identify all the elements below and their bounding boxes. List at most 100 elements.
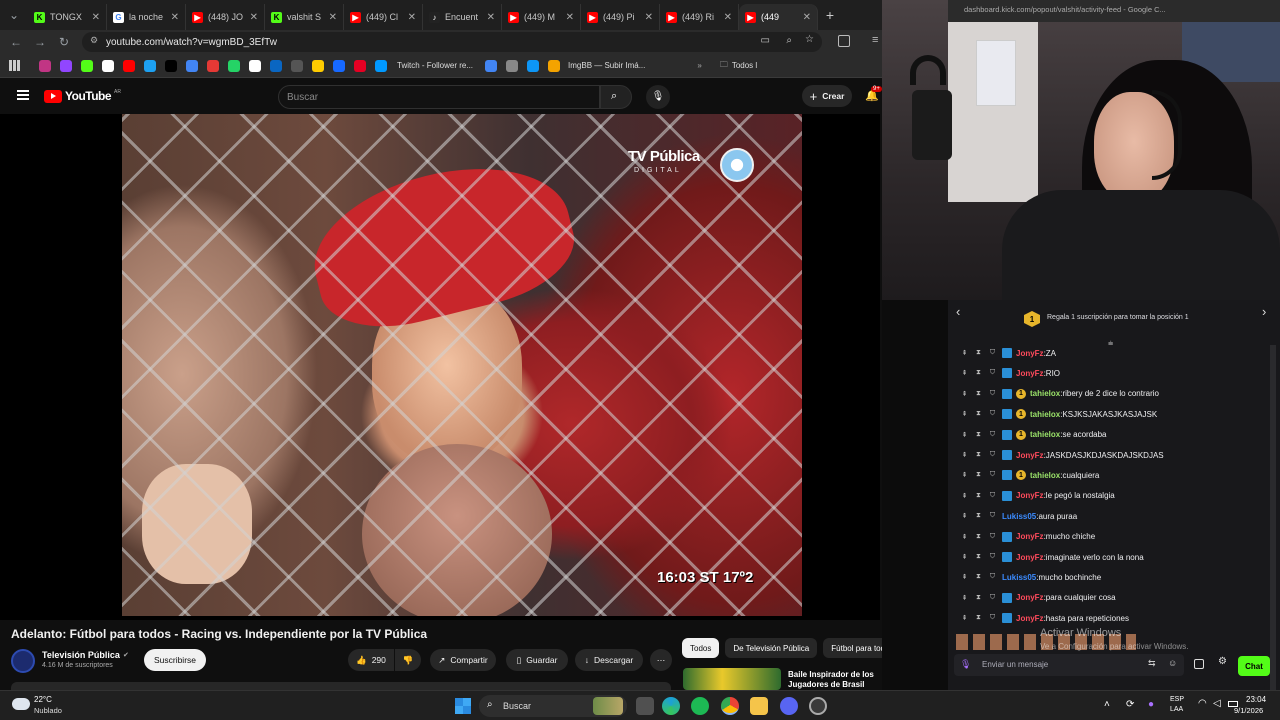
- timeout-icon[interactable]: ⧗: [974, 614, 983, 623]
- mod-shield-icon[interactable]: ⛉: [988, 369, 997, 378]
- chat-message[interactable]: ⇞ ⧗ ⛉ Lukiss05: mucho bochinche: [960, 569, 1102, 585]
- task-view-icon[interactable]: [636, 697, 654, 715]
- related-video-thumbnail[interactable]: [683, 668, 781, 690]
- timeout-icon[interactable]: ⧗: [974, 532, 983, 541]
- pin-icon[interactable]: ⇞: [960, 369, 969, 378]
- bookmark-icon[interactable]: [144, 59, 156, 72]
- chat-username[interactable]: JonyFz: [1016, 614, 1044, 623]
- tab-close-icon[interactable]: ✕: [92, 12, 100, 23]
- channel-name[interactable]: Televisión Pública: [42, 650, 120, 660]
- video-frame[interactable]: TV Pública DIGITAL 16:03 ST 17º2: [122, 114, 802, 616]
- chrome-icon[interactable]: [721, 697, 739, 715]
- browser-tab[interactable]: ▶ (449) M ✕: [502, 4, 581, 30]
- chat-username[interactable]: JonyFz: [1016, 593, 1044, 602]
- mod-shield-icon[interactable]: ⛉: [988, 573, 997, 582]
- save-button[interactable]: ▯ Guardar: [506, 649, 568, 671]
- mod-shield-icon[interactable]: ⛉: [988, 471, 997, 480]
- browser-tab[interactable]: Kvalshit S ✕: [265, 4, 344, 30]
- chat-message[interactable]: ⇞ ⧗ ⛉ JonyFz: hasta para repeticiones: [960, 610, 1129, 626]
- video-player[interactable]: TV Pública DIGITAL 16:03 ST 17º2: [0, 114, 880, 620]
- chat-username[interactable]: Lukiss05: [1002, 573, 1036, 582]
- chat-username[interactable]: JonyFz: [1016, 349, 1044, 358]
- mod-shield-icon[interactable]: ⛉: [988, 389, 997, 398]
- taskbar-search[interactable]: ⌕ Buscar: [479, 695, 627, 717]
- chat-username[interactable]: tahielox: [1030, 389, 1060, 398]
- bookmark-star-icon[interactable]: ☆: [805, 34, 814, 45]
- pin-icon[interactable]: ⇞: [960, 491, 969, 500]
- mod-shield-icon[interactable]: ⛉: [988, 349, 997, 358]
- create-button[interactable]: + Crear: [802, 85, 852, 107]
- extensions-icon[interactable]: [838, 35, 850, 47]
- browser-tab[interactable]: Gla noche ✕: [107, 4, 186, 30]
- browser-tab[interactable]: K TONGX ✕: [28, 4, 107, 30]
- browser-tab[interactable]: ▶ (448) JO ✕: [186, 4, 265, 30]
- bookmark-icon[interactable]: [81, 59, 93, 72]
- chat-username[interactable]: JonyFz: [1016, 532, 1044, 541]
- youtube-logo[interactable]: YouTube AR: [44, 89, 121, 103]
- tab-search-icon[interactable]: ⌄: [0, 8, 28, 22]
- timeout-icon[interactable]: ⧗: [974, 553, 983, 562]
- pin-icon[interactable]: ⇞: [960, 471, 969, 480]
- bookmark-icon[interactable]: [270, 59, 282, 72]
- chat-prev-icon[interactable]: ‹: [956, 304, 960, 319]
- timeout-icon[interactable]: ⧗: [974, 593, 983, 602]
- translate-icon[interactable]: ⇆: [1148, 658, 1156, 669]
- browser-tab[interactable]: ▶ (449) Cl ✕: [344, 4, 423, 30]
- bookmark-icon[interactable]: [207, 59, 219, 72]
- related-video-title[interactable]: Baile Inspirador de los Jugadores de Bra…: [788, 670, 880, 690]
- timeout-icon[interactable]: ⧗: [974, 389, 983, 398]
- volume-icon[interactable]: ◁: [1213, 698, 1221, 709]
- bookmark-icon[interactable]: [102, 59, 114, 72]
- mod-shield-icon[interactable]: ⛉: [988, 491, 997, 500]
- bookmark-icon[interactable]: [375, 59, 387, 72]
- bookmark-folder-all[interactable]: Todos l: [732, 61, 757, 70]
- bookmark-icon[interactable]: [291, 59, 303, 72]
- site-info-icon[interactable]: ⚙: [90, 35, 98, 46]
- gift-prompt[interactable]: Regala 1 suscripción para tomar la posic…: [1047, 314, 1189, 321]
- chat-username[interactable]: tahielox: [1030, 471, 1060, 480]
- new-tab-button[interactable]: +: [818, 7, 842, 23]
- tab-close-icon[interactable]: ✕: [171, 12, 179, 23]
- subscribe-button[interactable]: Suscribirse: [144, 649, 206, 671]
- mod-shield-icon[interactable]: ⛉: [988, 614, 997, 623]
- timeout-icon[interactable]: ⧗: [974, 491, 983, 500]
- settings-gear-icon[interactable]: ⚙: [1218, 656, 1227, 667]
- cast-icon[interactable]: ▭: [761, 35, 770, 46]
- chat-message[interactable]: ⇞ ⧗ ⛉ JonyFz: para cualquier cosa: [960, 590, 1116, 606]
- collapse-pin-icon[interactable]: ⩧: [1108, 338, 1113, 349]
- tab-close-icon[interactable]: ✕: [803, 12, 811, 23]
- tab-close-icon[interactable]: ✕: [408, 12, 416, 23]
- timeout-icon[interactable]: ⧗: [974, 369, 983, 378]
- timeout-icon[interactable]: ⧗: [974, 573, 983, 582]
- chat-message[interactable]: ⇞ ⧗ ⛉ JonyFz: le pegó la nostalgia: [960, 488, 1115, 504]
- hamburger-menu-icon[interactable]: [17, 90, 29, 100]
- pin-icon[interactable]: ⇞: [960, 430, 969, 439]
- bookmark-icon[interactable]: [186, 59, 198, 72]
- chat-message[interactable]: ⇞ ⧗ ⛉ JonyFz: JASKDASJKDJASKDAJSKDJAS: [960, 447, 1164, 463]
- discord-icon[interactable]: [780, 697, 798, 715]
- bookmark-icon[interactable]: [123, 59, 135, 72]
- forward-icon[interactable]: →: [28, 35, 52, 49]
- chat-scrollbar[interactable]: [1270, 345, 1276, 690]
- tray-mic-icon[interactable]: ●: [1148, 699, 1154, 710]
- chat-username[interactable]: JonyFz: [1016, 369, 1044, 378]
- chat-username[interactable]: JonyFz: [1016, 491, 1044, 500]
- chat-message[interactable]: ⇞ ⧗ ⛉ JonyFz: RIO: [960, 365, 1060, 381]
- clock-time[interactable]: 23:04: [1246, 695, 1266, 704]
- browser-tab[interactable]: ▶ (449) Ri ✕: [660, 4, 739, 30]
- chat-username[interactable]: tahielox: [1030, 410, 1060, 419]
- bookmark-icon[interactable]: [228, 59, 240, 72]
- pin-icon[interactable]: ⇞: [960, 389, 969, 398]
- mod-shield-icon[interactable]: ⛉: [988, 512, 997, 521]
- back-icon[interactable]: ←: [4, 35, 28, 49]
- bookmarks-more-icon[interactable]: »: [697, 61, 701, 70]
- gift-icon[interactable]: [1194, 659, 1204, 669]
- bookmark-imgbb-label[interactable]: ImgBB — Subir Imá...: [568, 61, 645, 70]
- mod-shield-icon[interactable]: ⛉: [988, 430, 997, 439]
- chip-football[interactable]: Fútbol para tod: [823, 638, 890, 658]
- apps-icon[interactable]: [9, 60, 20, 71]
- chat-message[interactable]: ⇞ ⧗ ⛉ Lukiss05: aura puraa: [960, 508, 1078, 524]
- chat-send-button[interactable]: Chat: [1238, 656, 1270, 676]
- bookmark-icon[interactable]: [165, 59, 177, 72]
- chat-message[interactable]: ⇞ ⧗ ⛉ 1 tahielox: KSJKSJAKASJKASJAJSK: [960, 406, 1157, 422]
